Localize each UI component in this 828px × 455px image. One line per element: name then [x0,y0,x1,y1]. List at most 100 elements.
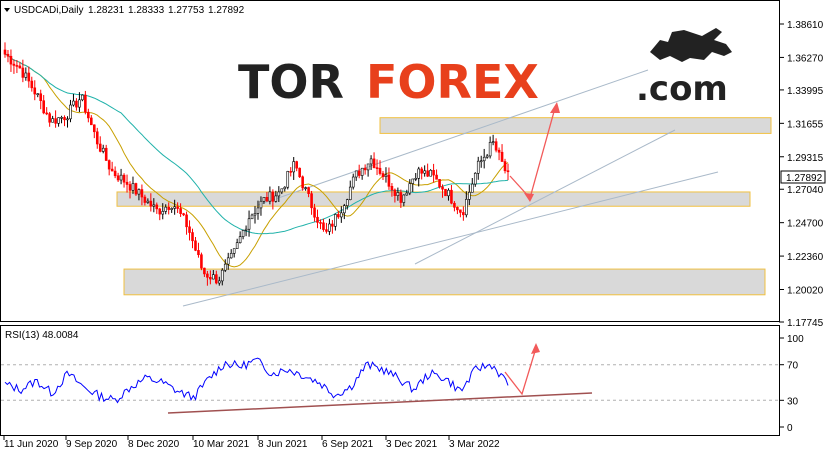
candle-body [375,167,379,169]
candle-body [215,274,218,284]
candle-body [497,149,501,153]
candle-body [209,277,212,280]
candle-body [167,206,170,210]
candle-body [438,179,441,188]
candle-body [143,196,147,203]
candle-body [351,176,355,188]
candle-body [45,112,48,115]
candle-body [250,214,254,220]
candle-body [200,254,203,269]
price-tick-label: 1.31655 [787,119,824,130]
candle-body [304,187,307,189]
candle-body [185,214,188,228]
candle-body [378,167,382,174]
candle-body [348,186,352,200]
trading-chart-window: USDCADi,Daily 1.28231 1.28333 1.27753 1.… [0,0,828,455]
candle-body [21,67,25,78]
candle-body [119,174,123,181]
price-tick-label: 1.38610 [787,20,824,31]
ohlc-open: 1.28231 [88,5,125,16]
candle-body [435,174,438,180]
candle-body [372,158,376,168]
candle-body [420,168,423,174]
candle-body [107,160,111,170]
candle-body [387,174,391,187]
candle-body [411,178,415,184]
candlestick [134,182,138,196]
candle-body [414,178,418,180]
logo-part2: FOREX [366,55,539,109]
price-zone [116,191,751,207]
price-tick-label: 1.29315 [787,153,824,164]
candle-body [506,170,510,173]
chart-canvas: USDCADi,Daily 1.28231 1.28333 1.27753 1.… [0,0,826,450]
candle-body [316,216,319,223]
candle-body [390,186,394,191]
candle-body [393,189,397,196]
candlestick [444,188,447,197]
candle-body [3,49,7,55]
candle-body [113,170,117,177]
candle-body [470,183,474,193]
candle-body [75,100,78,108]
candle-body [256,207,260,214]
candle-body [423,170,426,174]
price-tick-label: 1.27040 [787,185,824,196]
candle-body [92,124,96,133]
candle-body [265,197,269,202]
candle-body [158,208,162,215]
candle-body [232,248,236,254]
candle-body [432,169,435,176]
rsi-tick-label: 0 [787,423,793,434]
price-tick-label: 1.17745 [787,318,824,329]
candle-body [494,141,498,151]
candle-body [301,176,304,189]
candle-body [203,267,206,275]
candle-body [146,200,150,203]
candle-body [182,213,185,216]
candle-body [268,191,272,202]
candle-body [262,197,266,202]
candle-body [244,228,248,231]
candle-body [503,161,507,172]
candle-body [369,158,373,165]
candle-body [274,195,278,202]
ohlc-close: 1.27892 [208,5,245,16]
candlestick [298,167,301,178]
candle-body [57,117,60,124]
candle-body [161,211,165,215]
candle-body [226,257,230,265]
candle-body [476,160,480,174]
candle-body [48,113,51,123]
candle-body [36,93,40,96]
candle-body [188,226,191,233]
candle-body [134,183,138,195]
price-tick-label: 1.20020 [787,286,824,297]
candle-body [319,222,322,224]
candle-body [110,168,114,172]
candle-body [337,214,340,218]
candle-body [325,229,328,232]
candle-body [116,175,120,181]
candle-body [402,194,406,203]
candle-body [473,172,477,185]
candlestick [438,179,441,189]
candle-body [417,168,421,179]
candle-body [66,118,69,121]
candle-body [405,192,409,196]
candle-body [289,171,293,173]
candle-body [310,193,313,209]
current-price-label: 1.27892 [786,173,823,184]
candle-body [212,274,215,280]
time-axis: 11 Jun 2020 9 Sep 2020 8 Dec 2020 10 Mar 20… [3,436,500,450]
candle-body [220,269,224,282]
candle-body [357,170,361,176]
candle-body [277,191,281,197]
candle-body [399,192,403,203]
time-tick-label: 11 Jun 2020 [4,439,59,450]
candle-body [286,171,290,188]
candle-body [104,147,108,161]
candle-body [444,188,447,197]
candle-body [98,143,102,152]
logo-part1: TOR [238,55,344,109]
